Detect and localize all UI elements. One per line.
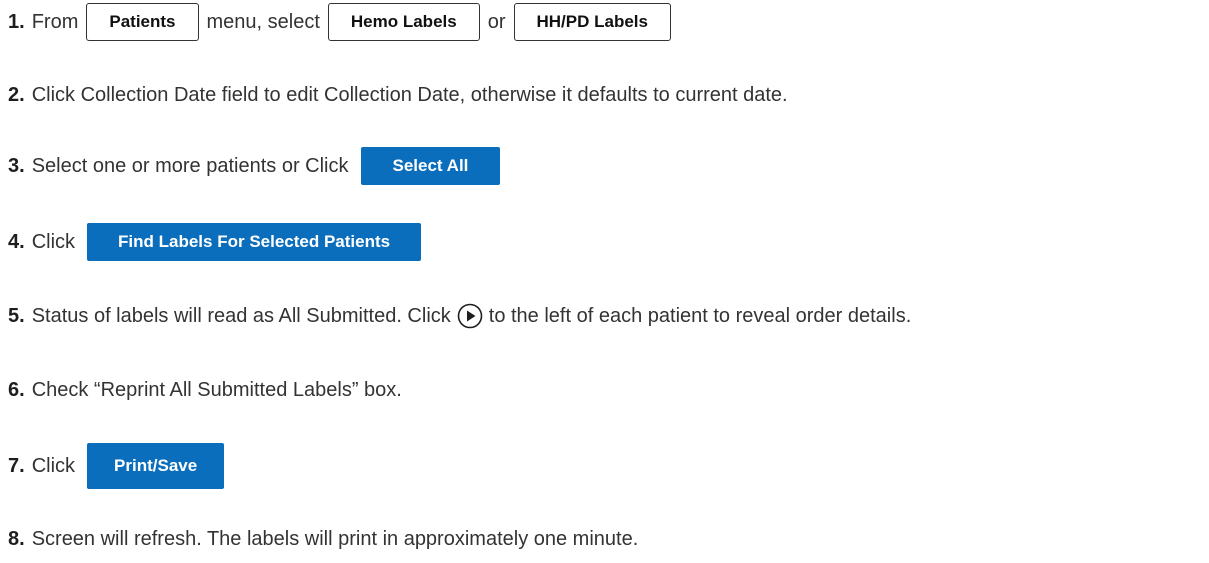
step-number: 5. — [8, 304, 25, 327]
step-2: 2. Click Collection Date field to edit C… — [8, 75, 788, 115]
step-text: Screen will refresh. The labels will pri… — [31, 527, 639, 550]
step-text: Select one or more patients or Click — [31, 154, 349, 177]
step-number: 6. — [8, 378, 25, 401]
step-text: menu, select — [206, 10, 320, 33]
hemo-labels-button[interactable]: Hemo Labels — [327, 3, 480, 41]
step-text: Click — [31, 454, 76, 477]
step-5: 5. Status of labels will read as All Sub… — [8, 296, 911, 336]
play-circle-icon — [457, 303, 483, 329]
step-6: 6. Check “Reprint All Submitted Labels” … — [8, 370, 402, 410]
print-save-button[interactable]: Print/Save — [87, 443, 225, 489]
find-labels-button[interactable]: Find Labels For Selected Patients — [87, 223, 422, 261]
patients-menu-button[interactable]: Patients — [86, 3, 199, 41]
step-text: Status of labels will read as All Submit… — [31, 304, 451, 327]
step-text: to the left of each patient to reveal or… — [488, 304, 912, 327]
step-8: 8. Screen will refresh. The labels will … — [8, 519, 638, 559]
step-number: 1. — [8, 10, 25, 33]
step-number: 8. — [8, 527, 25, 550]
step-text: From — [31, 10, 79, 33]
hhpd-labels-button[interactable]: HH/PD Labels — [513, 3, 671, 41]
step-text: or — [487, 10, 506, 33]
select-all-button[interactable]: Select All — [360, 147, 501, 185]
step-text: Click — [31, 230, 76, 253]
step-number: 3. — [8, 154, 25, 177]
step-7: 7. Click Print/Save — [8, 443, 225, 489]
step-number: 2. — [8, 83, 25, 106]
step-3: 3. Select one or more patients or Click … — [8, 146, 501, 186]
step-number: 4. — [8, 230, 25, 253]
step-number: 7. — [8, 454, 25, 477]
step-text: Check “Reprint All Submitted Labels” box… — [31, 378, 402, 401]
step-text: Click Collection Date field to edit Coll… — [31, 83, 788, 106]
step-1: 1. From Patients menu, select Hemo Label… — [8, 2, 679, 42]
step-4: 4. Click Find Labels For Selected Patien… — [8, 222, 422, 262]
